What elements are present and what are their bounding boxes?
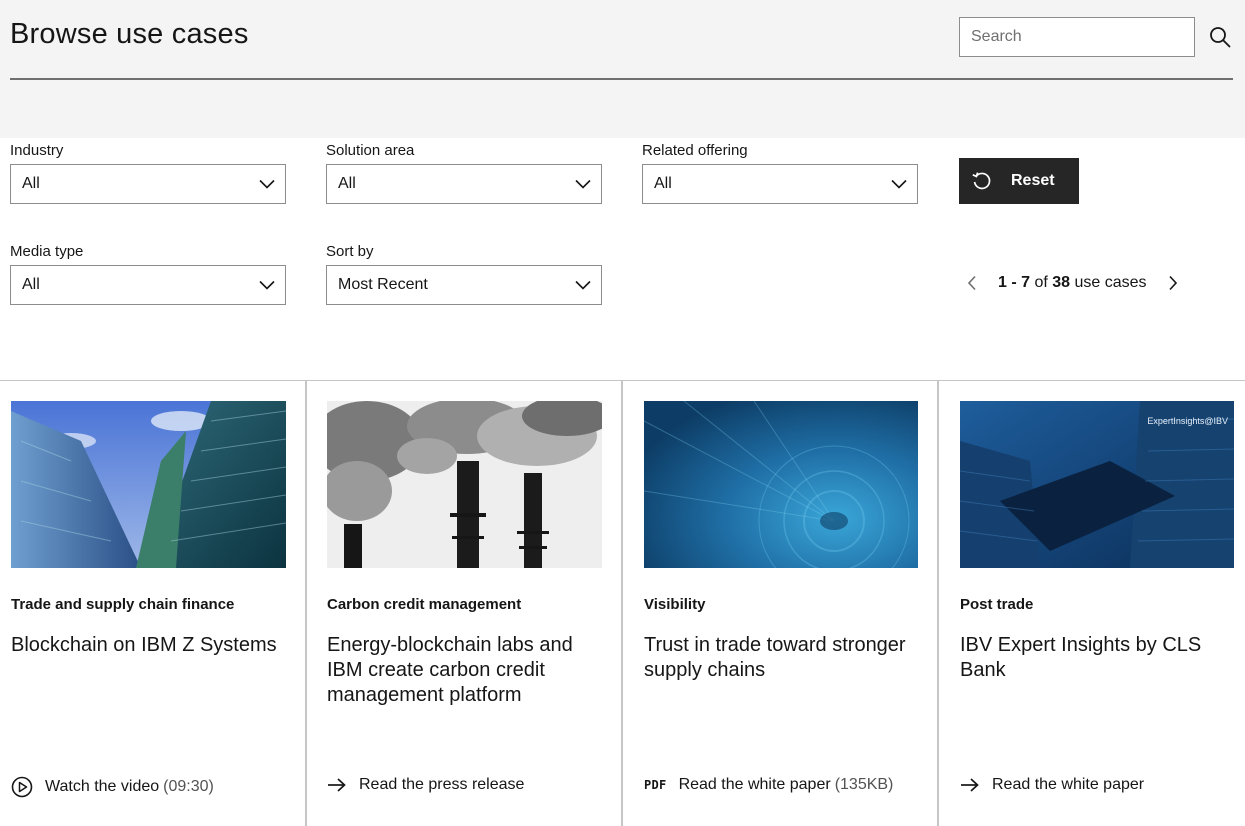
pdf-icon: PDF <box>644 778 667 792</box>
card-image-skyscrapers <box>11 401 286 568</box>
media-type-select[interactable]: All <box>10 265 286 305</box>
chevron-down-icon <box>891 179 907 189</box>
arrow-right-icon <box>960 777 980 793</box>
header-divider <box>10 78 1233 80</box>
sort-by-select-value: Most Recent <box>338 276 428 293</box>
chevron-down-icon <box>575 280 591 290</box>
pagination-total: 38 <box>1052 274 1071 291</box>
card-link-label: Read the white paper <box>992 776 1145 793</box>
filter-media-type-label: Media type <box>10 243 84 260</box>
previous-page-button[interactable] <box>960 271 984 295</box>
filter-industry: Industry All <box>10 143 286 204</box>
chevron-down-icon <box>259 179 275 189</box>
card-link-label: Read the press release <box>359 776 525 793</box>
related-offering-select[interactable]: All <box>642 164 918 204</box>
card-link-label: Watch the video <box>45 778 160 795</box>
card-category: Carbon credit management <box>327 596 522 613</box>
chevron-down-icon <box>575 179 591 189</box>
chevron-right-icon <box>1168 275 1178 291</box>
use-case-card[interactable]: ExpertInsights@IBV Post trade IBV Expert… <box>960 381 1245 826</box>
search-icon <box>1209 26 1231 48</box>
read-press-release-link[interactable]: Read the press release <box>327 776 524 794</box>
card-divider <box>305 381 307 826</box>
chevron-down-icon <box>259 280 275 290</box>
pagination-of: of <box>1034 274 1048 291</box>
search-input[interactable] <box>959 17 1195 57</box>
filter-solution-area: Solution area All <box>326 143 602 204</box>
card-category: Visibility <box>644 596 706 613</box>
filter-sort-by: Sort by Most Recent <box>326 244 602 305</box>
industry-select[interactable]: All <box>10 164 286 204</box>
card-title[interactable]: Trust in trade toward stronger supply ch… <box>644 633 929 683</box>
next-page-button[interactable] <box>1161 271 1185 295</box>
use-case-card[interactable]: Trade and supply chain finance Blockchai… <box>11 381 301 826</box>
card-link-label: Read the white paper <box>678 776 831 793</box>
play-circle-icon <box>11 776 33 798</box>
use-case-card[interactable]: Visibility Trust in trade toward stronge… <box>644 381 934 826</box>
card-title[interactable]: Energy-blockchain labs and IBM create ca… <box>327 633 612 708</box>
filter-industry-label: Industry <box>10 142 64 159</box>
card-link-meta: (135KB) <box>834 776 894 793</box>
card-link-meta: (09:30) <box>163 778 214 795</box>
card-divider <box>937 381 939 826</box>
reset-button-label: Reset <box>1011 172 1055 189</box>
related-offering-select-value: All <box>654 175 672 192</box>
read-white-paper-link[interactable]: PDF Read the white paper (135KB) <box>644 776 893 794</box>
reset-icon <box>971 170 993 192</box>
card-image-tunnel <box>644 401 919 568</box>
pagination-unit: use cases <box>1074 274 1147 291</box>
use-case-card[interactable]: Carbon credit management Energy-blockcha… <box>327 381 617 826</box>
card-image-buildings-bridge: ExpertInsights@IBV <box>960 401 1234 568</box>
filter-solution-area-label: Solution area <box>326 142 415 159</box>
chevron-left-icon <box>967 275 977 291</box>
filter-sort-by-label: Sort by <box>326 243 374 260</box>
card-divider <box>621 381 623 826</box>
reset-button[interactable]: Reset <box>959 158 1079 204</box>
page-title: Browse use cases <box>10 18 249 50</box>
card-category: Post trade <box>960 596 1034 613</box>
pagination-range: 1 - 7 <box>998 274 1031 291</box>
pagination-count: 1 - 7 of 38 use cases <box>998 274 1147 292</box>
sort-by-select[interactable]: Most Recent <box>326 265 602 305</box>
solution-area-select-value: All <box>338 175 356 192</box>
card-title[interactable]: IBV Expert Insights by CLS Bank <box>960 633 1225 683</box>
filter-related-offering: Related offering All <box>642 143 918 204</box>
card-category: Trade and supply chain finance <box>11 596 235 613</box>
solution-area-select[interactable]: All <box>326 164 602 204</box>
card-title[interactable]: Blockchain on IBM Z Systems <box>11 633 296 658</box>
filter-related-offering-label: Related offering <box>642 142 748 159</box>
watch-video-link[interactable]: Watch the video (09:30) <box>11 776 214 798</box>
pagination: 1 - 7 of 38 use cases <box>960 270 1185 296</box>
media-type-select-value: All <box>22 276 40 293</box>
pdf-badge: PDF <box>644 778 667 792</box>
read-white-paper-link[interactable]: Read the white paper <box>960 776 1144 794</box>
industry-select-value: All <box>22 175 40 192</box>
filter-media-type: Media type All <box>10 244 286 305</box>
card-image-smokestacks <box>327 401 602 568</box>
arrow-right-icon <box>327 777 347 793</box>
image-caption: ExpertInsights@IBV <box>1147 416 1228 426</box>
search-button[interactable] <box>1206 23 1234 51</box>
